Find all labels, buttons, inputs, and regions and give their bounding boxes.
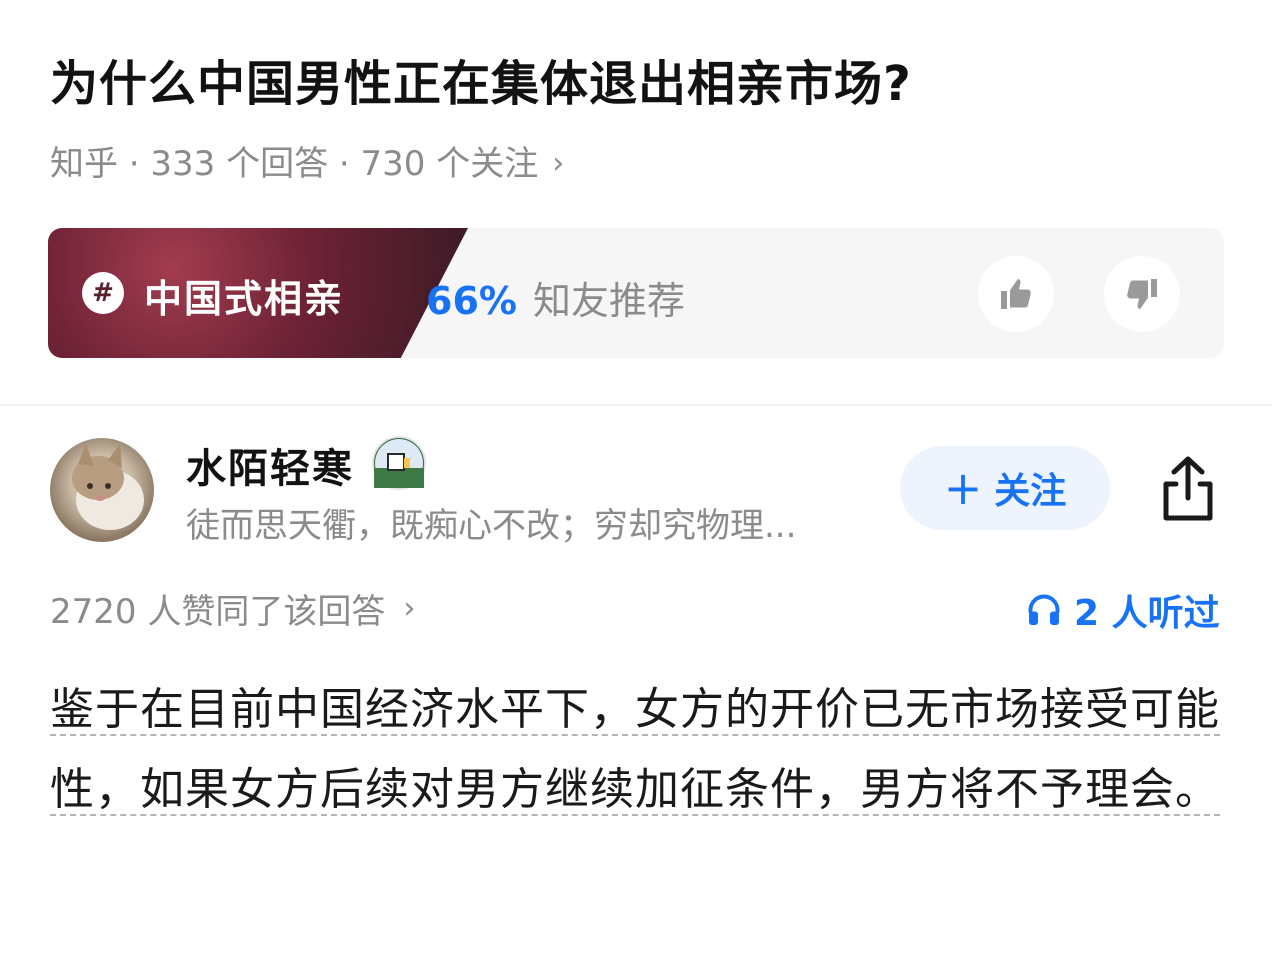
recommend-percent: 66% [426, 279, 517, 323]
question-title: 为什么中国男性正在集体退出相亲市场? [50, 56, 912, 112]
share-icon [1163, 456, 1213, 521]
author-name[interactable]: 水陌轻寒 [186, 436, 354, 494]
recommend-info: 66% 知友推荐 [426, 270, 685, 325]
question-meta-text: 知乎 · 333 个回答 · 730 个关注 [50, 144, 539, 184]
thumbs-up-button[interactable] [978, 256, 1054, 332]
hash-icon: # [82, 272, 124, 314]
thumbs-down-icon [1127, 279, 1157, 309]
author-bio: 徒而思天衢，既痴心不改；穷却究物理... [186, 506, 797, 546]
question-meta[interactable]: 知乎 · 333 个回答 · 730 个关注 › [50, 140, 564, 188]
answer-text: 鉴于在目前中国经济水平下，女方的开价已无市场接受可能性，如果女方后续对男方继续加… [50, 684, 1220, 815]
upvote-count[interactable]: 2720 人赞同了该回答 › [50, 584, 415, 633]
section-divider [0, 404, 1272, 406]
thumbs-up-icon [1001, 279, 1031, 309]
chevron-right-icon: › [403, 591, 416, 626]
author-avatar[interactable] [50, 438, 154, 542]
listened-count[interactable]: 2 人听过 [1026, 584, 1220, 636]
headphones-icon [1028, 594, 1060, 625]
follow-label: 关注 [994, 471, 1067, 512]
listened-text: 2 人听过 [1074, 593, 1220, 634]
topic-label[interactable]: 中国式相亲 [144, 268, 344, 323]
topic-card: # 中国式相亲 66% 知友推荐 [48, 228, 1224, 358]
answer-content[interactable]: 鉴于在目前中国经济水平下，女方的开价已无市场接受可能性，如果女方后续对男方继续加… [50, 670, 1230, 830]
plus-icon: + [943, 461, 983, 515]
badge-icon [372, 436, 426, 490]
recommend-text: 知友推荐 [532, 279, 685, 323]
share-button[interactable] [1156, 454, 1220, 524]
thumbs-down-button[interactable] [1104, 256, 1180, 332]
upvote-text: 2720 人赞同了该回答 [50, 592, 386, 632]
chevron-right-icon: › [552, 146, 565, 181]
cat-avatar-image [72, 444, 144, 530]
follow-button[interactable]: + 关注 [900, 446, 1110, 530]
